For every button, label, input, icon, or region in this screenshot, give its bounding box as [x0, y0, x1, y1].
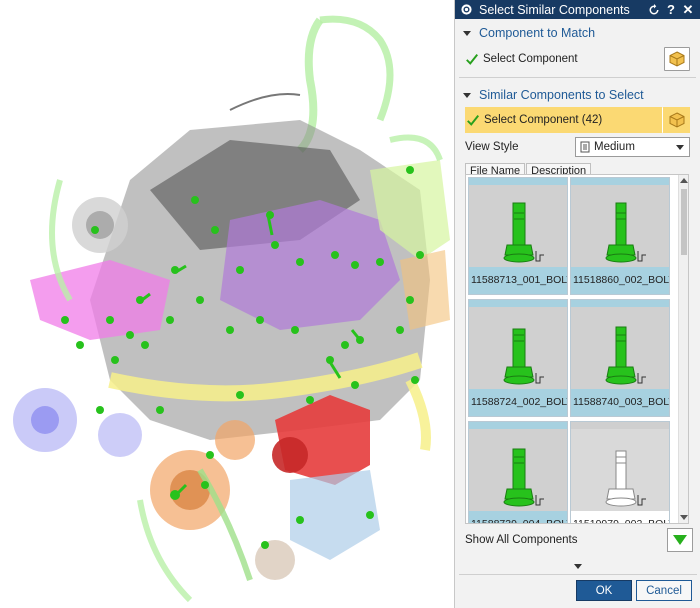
show-all-row: Show All Components: [465, 528, 693, 552]
view-style-row: View Style Medium: [455, 135, 700, 159]
chevron-down-icon: [676, 144, 684, 150]
view-style-select[interactable]: Medium: [575, 137, 690, 157]
view-style-label: View Style: [465, 141, 519, 153]
bolt-thumbnail-icon: [503, 202, 544, 263]
view-style-value: Medium: [594, 141, 635, 153]
dialog-title: Select Similar Components: [479, 2, 630, 17]
tile-file-name: 11588740_003_BOLT_...: [571, 389, 669, 416]
scroll-thumb[interactable]: [681, 189, 687, 255]
select-similar-cube-button[interactable]: [662, 107, 690, 133]
checkmark-icon: [466, 54, 479, 65]
help-icon[interactable]: ?: [663, 2, 679, 18]
dialog-titlebar[interactable]: Select Similar Components ? ✕: [455, 0, 700, 19]
cancel-button[interactable]: Cancel: [636, 580, 692, 601]
engine-assembly-model: [13, 15, 450, 603]
scroll-up-icon[interactable]: [680, 178, 688, 183]
reset-icon[interactable]: [646, 2, 662, 18]
bolt-thumbnail-icon: [605, 202, 646, 263]
tile-file-name: 11519979_002_BOLT_...: [571, 511, 669, 523]
tile-selection-band: [571, 422, 669, 429]
component-tile[interactable]: 11588739_004_BOLT_...: [468, 421, 568, 523]
checkmark-icon: [467, 115, 480, 126]
component-tile[interactable]: 11518860_002_BOLT_...: [570, 177, 670, 295]
bolt-thumbnail-icon: [605, 326, 646, 385]
section-divider: [459, 77, 696, 78]
green-arrow-down-icon: [673, 535, 687, 545]
graphics-viewport[interactable]: [0, 0, 454, 608]
gear-icon: [459, 3, 473, 17]
tile-selection-band: [571, 300, 669, 307]
match-select-component-row[interactable]: Select Component: [455, 45, 700, 73]
tile-selection-band: [469, 178, 567, 185]
show-all-label: Show All Components: [465, 534, 578, 546]
tile-file-name: 11588724_002_BOLT_...: [469, 389, 567, 416]
similar-components-header[interactable]: Similar Components to Select: [455, 83, 700, 107]
scroll-down-icon[interactable]: [680, 515, 688, 520]
select-similar-components-dialog: Select Similar Components ? ✕ Component …: [454, 0, 700, 608]
component-tile[interactable]: 11588724_002_BOLT_...: [468, 299, 568, 417]
bolt-thumbnail-icon: [605, 450, 646, 507]
tile-file-name: 11518860_002_BOLT_...: [571, 267, 669, 294]
chevron-down-icon: [574, 563, 582, 569]
tile-selection-band: [571, 178, 669, 185]
similar-components-title: Similar Components to Select: [479, 88, 644, 102]
grid-scrollbar[interactable]: [678, 175, 688, 523]
component-tile[interactable]: 11519979_002_BOLT_...: [570, 421, 670, 523]
select-component-cube-button[interactable]: [664, 47, 690, 71]
tile-file-name: 11588739_004_BOLT_...: [469, 511, 567, 523]
cube-icon: [669, 112, 684, 128]
cube-icon: [669, 51, 685, 67]
tile-selection-band: [469, 422, 567, 429]
list-view-icon: [580, 141, 590, 153]
close-icon[interactable]: ✕: [680, 2, 696, 18]
more-options-toggle[interactable]: [455, 559, 700, 573]
collapse-caret-icon: [463, 92, 471, 98]
ok-button[interactable]: OK: [576, 580, 632, 601]
match-select-component-label: Select Component: [483, 53, 578, 65]
show-all-button[interactable]: [667, 528, 693, 552]
bolt-thumbnail-icon: [503, 328, 544, 385]
collapse-caret-icon: [463, 30, 471, 36]
tile-file-name: 11588713_001_BOLT_...: [469, 267, 567, 294]
component-to-match-header[interactable]: Component to Match: [455, 21, 700, 45]
similar-select-component-label: Select Component (42): [484, 114, 603, 126]
similar-select-component-row[interactable]: Select Component (42): [465, 107, 690, 133]
footer-divider: [459, 574, 697, 575]
component-thumbnail-grid[interactable]: 11588713_001_BOLT_...11518860_002_BOLT_.…: [465, 174, 689, 524]
bolt-thumbnail-icon: [503, 448, 544, 507]
tile-selection-band: [469, 300, 567, 307]
component-tile[interactable]: 11588740_003_BOLT_...: [570, 299, 670, 417]
component-tile[interactable]: 11588713_001_BOLT_...: [468, 177, 568, 295]
component-to-match-title: Component to Match: [479, 26, 596, 40]
